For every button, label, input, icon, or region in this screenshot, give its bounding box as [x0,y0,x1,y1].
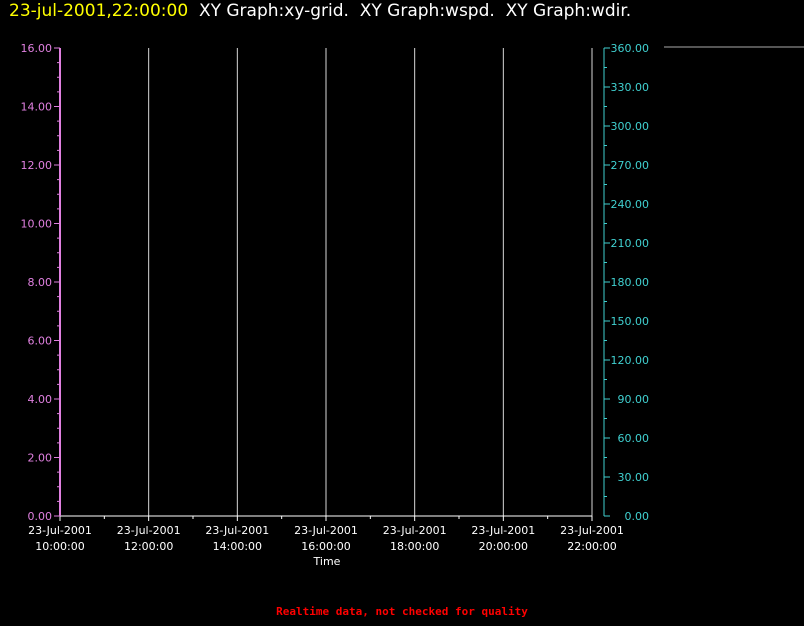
xy-graph: 23-Jul-2001 10:00:00 23-Jul-2001 12:00:00 23… [21,42,804,568]
left-y-tick-label: 2.00 [28,452,53,465]
right-y-tick-label: 150.00 [611,315,650,328]
x-axis-label: Time [313,555,341,568]
quality-notice: Realtime data, not checked for quality [276,605,528,618]
right-y-tick-label: 360.00 [611,42,650,55]
left-y-tick-label: 12.00 [21,159,53,172]
x-tick-label-time: 10:00:00 [35,540,84,553]
right-y-tick-label: 120.00 [611,354,650,367]
x-tick-label-date: 23-Jul-2001 [560,524,624,537]
right-y-tick-label: 30.00 [618,471,650,484]
right-y-tick-label: 90.00 [618,393,650,406]
right-y-tick-label: 240.00 [611,198,650,211]
x-tick-label-date: 23-Jul-2001 [294,524,358,537]
x-tick-label-time: 12:00:00 [124,540,173,553]
right-y-tick-label: 60.00 [618,432,650,445]
left-y-tick-label: 14.00 [21,101,53,114]
right-y-tick-label: 330.00 [611,81,650,94]
right-y-tick-label: 210.00 [611,237,650,250]
x-tick-label-date: 23-Jul-2001 [117,524,181,537]
x-tick-label-date: 23-Jul-2001 [28,524,92,537]
right-y-tick-label: 180.00 [611,276,650,289]
right-y-tick-label: 0.00 [625,510,650,523]
left-y-tick-label: 10.00 [21,218,53,231]
right-y-tick-label: 300.00 [611,120,650,133]
left-y-tick-label: 6.00 [28,335,53,348]
x-tick-label-time: 18:00:00 [390,540,439,553]
right-y-tick-label: 270.00 [611,159,650,172]
left-y-tick-label: 4.00 [28,393,53,406]
x-tick-label-date: 23-Jul-2001 [205,524,269,537]
x-tick-label-date: 23-Jul-2001 [471,524,535,537]
x-tick-label-time: 20:00:00 [479,540,528,553]
x-tick-label-date: 23-Jul-2001 [383,524,447,537]
x-tick-label-time: 22:00:00 [567,540,616,553]
left-y-tick-label: 16.00 [21,42,53,55]
left-y-tick-label: 0.00 [28,510,53,523]
left-y-tick-label: 8.00 [28,276,53,289]
x-tick-label-time: 14:00:00 [213,540,262,553]
x-tick-label-time: 16:00:00 [301,540,350,553]
